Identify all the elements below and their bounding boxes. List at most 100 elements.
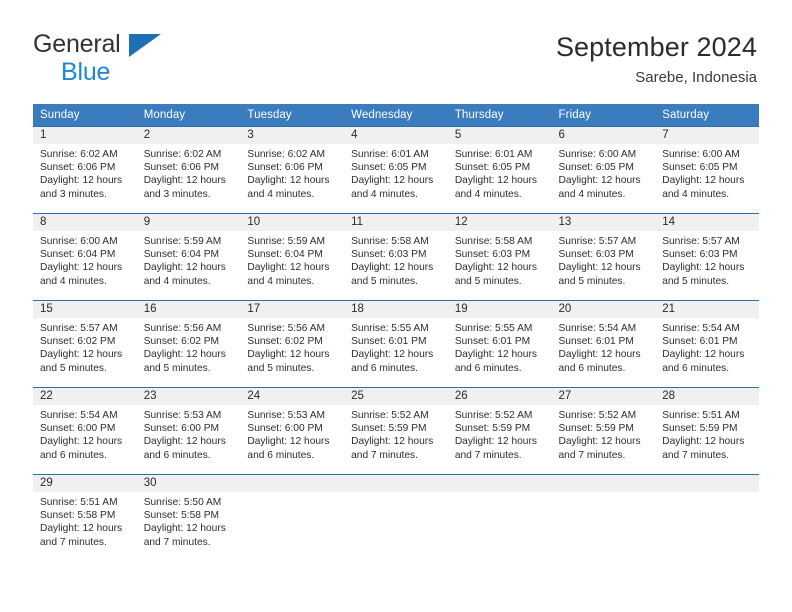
sunrise-text: Sunrise: 5:54 AM [40, 410, 118, 421]
day-cell-empty [447, 474, 552, 561]
daylight-text-line1: Daylight: 12 hours [40, 262, 123, 274]
day-details: Sunrise: 5:58 AM Sunset: 6:03 PM Daylight:… [448, 231, 552, 288]
sunset-text: Sunset: 6:05 PM [558, 162, 634, 174]
day-number: 17 [240, 301, 345, 318]
day-number: 6 [551, 127, 656, 144]
day-cell[interactable]: 4 Sunrise: 6:01 AM Sunset: 6:05 PM Daylight… [344, 126, 448, 214]
page-title: September 2024 [555, 32, 757, 62]
day-number: 10 [240, 214, 345, 231]
daylight-text-line1: Daylight: 12 hours [143, 349, 226, 361]
day-number: 22 [33, 388, 137, 405]
day-cell[interactable]: 2 Sunrise: 6:02 AM Sunset: 6:06 PM Daylight… [136, 126, 241, 214]
day-details: Sunrise: 5:57 AM Sunset: 6:03 PM Daylight:… [655, 231, 759, 288]
sunset-text: Sunset: 5:59 PM [351, 423, 427, 435]
daylight-text-line2: and 5 minutes. [247, 362, 315, 374]
day-number: 26 [447, 388, 552, 405]
sunset-text: Sunset: 6:02 PM [143, 336, 220, 348]
sunrise-text: Sunrise: 6:01 AM [454, 149, 533, 160]
daylight-text-line1: Daylight: 12 hours [558, 262, 641, 274]
sunset-text: Sunset: 6:03 PM [454, 249, 531, 261]
sunset-text: Sunset: 6:01 PM [351, 336, 427, 348]
daylight-text-line1: Daylight: 12 hours [143, 436, 226, 448]
sunrise-text: Sunrise: 5:54 AM [662, 323, 740, 334]
sunrise-text: Sunrise: 5:52 AM [558, 410, 637, 421]
day-number [344, 475, 448, 492]
daylight-text-line2: and 4 minutes. [662, 188, 730, 200]
day-details: Sunrise: 5:54 AM Sunset: 6:00 PM Daylight:… [33, 405, 137, 462]
sunset-text: Sunset: 6:01 PM [662, 336, 738, 348]
day-cell-empty [655, 474, 759, 561]
sunset-text: Sunset: 6:01 PM [454, 336, 531, 348]
daylight-text-line1: Daylight: 12 hours [662, 349, 745, 361]
day-cell[interactable]: 7 Sunrise: 6:00 AM Sunset: 6:05 PM Daylight… [655, 126, 759, 214]
day-number: 16 [136, 301, 241, 318]
sunrise-text: Sunrise: 5:57 AM [40, 323, 118, 334]
daylight-text-line1: Daylight: 12 hours [143, 523, 226, 535]
sunrise-text: Sunrise: 5:50 AM [143, 497, 222, 508]
day-cell[interactable]: 3 Sunrise: 6:02 AM Sunset: 6:06 PM Daylight… [240, 126, 345, 214]
daylight-text-line2: and 5 minutes. [351, 275, 418, 287]
day-details: Sunrise: 5:56 AM Sunset: 6:02 PM Daylight:… [240, 318, 344, 375]
sunrise-text: Sunrise: 5:55 AM [454, 323, 533, 334]
daylight-text-line2: and 4 minutes. [454, 188, 522, 200]
day-cell[interactable]: 24 Sunrise: 5:53 AM Sunset: 6:00 PM Dayligh… [240, 387, 345, 475]
day-cell[interactable]: 28 Sunrise: 5:51 AM Sunset: 5:59 PM Dayligh… [655, 387, 759, 475]
day-cell[interactable]: 1 Sunrise: 6:02 AM Sunset: 6:06 PM Daylight… [33, 126, 137, 214]
day-cell[interactable]: 29 Sunrise: 5:51 AM Sunset: 5:58 PM Dayligh… [33, 474, 137, 561]
day-number: 29 [33, 475, 137, 492]
day-number: 23 [136, 388, 241, 405]
daylight-text-line1: Daylight: 12 hours [454, 436, 537, 448]
sunset-text: Sunset: 5:59 PM [662, 423, 738, 435]
sunrise-text: Sunrise: 6:02 AM [143, 149, 222, 160]
day-cell[interactable]: 26 Sunrise: 5:52 AM Sunset: 5:59 PM Dayligh… [447, 387, 552, 475]
day-details: Sunrise: 5:56 AM Sunset: 6:02 PM Daylight:… [137, 318, 241, 375]
sunrise-text: Sunrise: 6:02 AM [40, 149, 118, 160]
day-cell[interactable]: 21 Sunrise: 5:54 AM Sunset: 6:01 PM Dayligh… [655, 300, 759, 388]
day-cell[interactable]: 5 Sunrise: 6:01 AM Sunset: 6:05 PM Daylight… [447, 126, 552, 214]
day-cell[interactable]: 12 Sunrise: 5:58 AM Sunset: 6:03 PM Dayligh… [447, 213, 552, 301]
day-cell[interactable]: 13 Sunrise: 5:57 AM Sunset: 6:03 PM Dayligh… [551, 213, 656, 301]
page-header: General Blue September 2024 Sarebe, Indo… [0, 0, 792, 100]
day-cell[interactable]: 11 Sunrise: 5:58 AM Sunset: 6:03 PM Dayligh… [344, 213, 448, 301]
daylight-text-line2: and 6 minutes. [351, 362, 418, 374]
day-cell[interactable]: 8 Sunrise: 6:00 AM Sunset: 6:04 PM Daylight… [33, 213, 137, 301]
daylight-text-line1: Daylight: 12 hours [143, 175, 226, 187]
daylight-text-line1: Daylight: 12 hours [247, 262, 330, 274]
sunrise-text: Sunrise: 6:02 AM [247, 149, 325, 160]
day-cell[interactable]: 6 Sunrise: 6:00 AM Sunset: 6:05 PM Daylight… [551, 126, 656, 214]
day-details: Sunrise: 6:02 AM Sunset: 6:06 PM Daylight:… [137, 144, 241, 201]
day-cell[interactable]: 9 Sunrise: 5:59 AM Sunset: 6:04 PM Daylight… [136, 213, 241, 301]
weekday-header-wednesday: Wednesday [344, 104, 448, 127]
daylight-text-line1: Daylight: 12 hours [40, 175, 123, 187]
daylight-text-line1: Daylight: 12 hours [40, 349, 123, 361]
sunset-text: Sunset: 6:02 PM [247, 336, 323, 348]
day-details: Sunrise: 6:01 AM Sunset: 6:05 PM Daylight:… [448, 144, 552, 201]
day-cell[interactable]: 14 Sunrise: 5:57 AM Sunset: 6:03 PM Dayligh… [655, 213, 759, 301]
sunset-text: Sunset: 6:03 PM [558, 249, 634, 261]
day-cell[interactable]: 30 Sunrise: 5:50 AM Sunset: 5:58 PM Dayligh… [136, 474, 241, 561]
day-cell[interactable]: 19 Sunrise: 5:55 AM Sunset: 6:01 PM Dayligh… [447, 300, 552, 388]
week-row: 8 Sunrise: 6:00 AM Sunset: 6:04 PM Daylight… [33, 213, 759, 301]
day-cell[interactable]: 25 Sunrise: 5:52 AM Sunset: 5:59 PM Dayligh… [344, 387, 448, 475]
day-details: Sunrise: 5:59 AM Sunset: 6:04 PM Daylight:… [137, 231, 241, 288]
day-cell[interactable]: 22 Sunrise: 5:54 AM Sunset: 6:00 PM Dayligh… [33, 387, 137, 475]
day-cell[interactable]: 15 Sunrise: 5:57 AM Sunset: 6:02 PM Dayligh… [33, 300, 137, 388]
daylight-text-line2: and 4 minutes. [143, 275, 211, 287]
week-row: 22 Sunrise: 5:54 AM Sunset: 6:00 PM Dayligh… [33, 387, 759, 475]
daylight-text-line1: Daylight: 12 hours [40, 523, 123, 535]
general-blue-logo[interactable]: General Blue [33, 32, 253, 85]
logo-text-general: General [33, 32, 253, 59]
day-cell[interactable]: 16 Sunrise: 5:56 AM Sunset: 6:02 PM Dayligh… [136, 300, 241, 388]
day-cell[interactable]: 10 Sunrise: 5:59 AM Sunset: 6:04 PM Dayligh… [240, 213, 345, 301]
day-cell[interactable]: 23 Sunrise: 5:53 AM Sunset: 6:00 PM Dayligh… [136, 387, 241, 475]
day-cell[interactable]: 17 Sunrise: 5:56 AM Sunset: 6:02 PM Dayligh… [240, 300, 345, 388]
sunrise-text: Sunrise: 5:59 AM [247, 236, 325, 247]
weekday-header-thursday: Thursday [447, 104, 552, 127]
day-number: 25 [344, 388, 448, 405]
day-cell[interactable]: 20 Sunrise: 5:54 AM Sunset: 6:01 PM Dayligh… [551, 300, 656, 388]
day-cell[interactable]: 18 Sunrise: 5:55 AM Sunset: 6:01 PM Dayligh… [344, 300, 448, 388]
day-number: 7 [655, 127, 759, 144]
day-cell[interactable]: 27 Sunrise: 5:52 AM Sunset: 5:59 PM Dayligh… [551, 387, 656, 475]
day-number: 12 [447, 214, 552, 231]
calendar-page: General Blue September 2024 Sarebe, Indo… [0, 0, 792, 612]
